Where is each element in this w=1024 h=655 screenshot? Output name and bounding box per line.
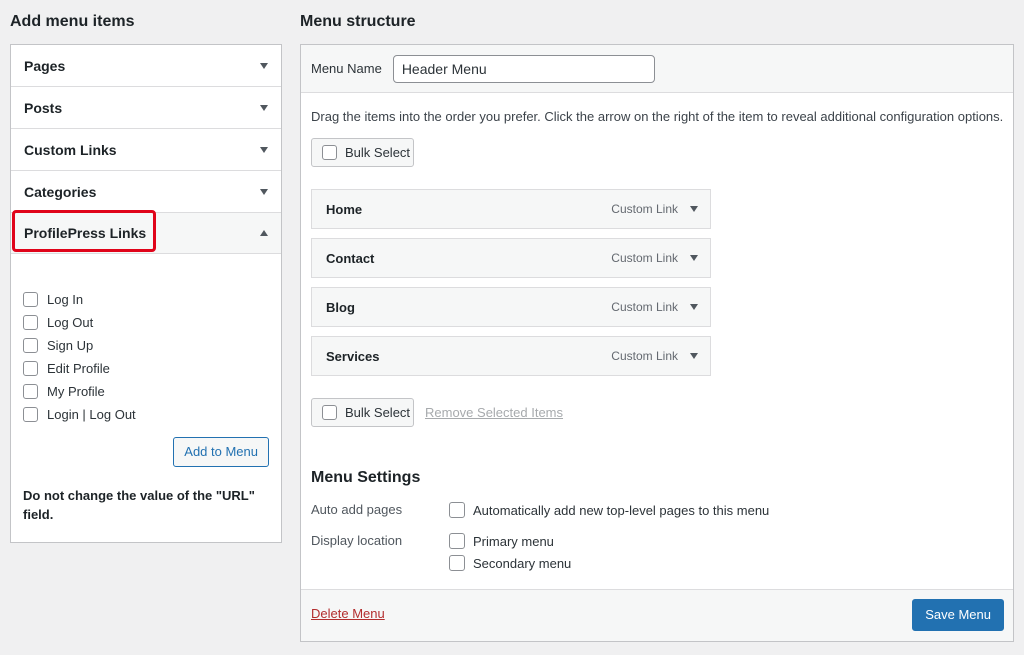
menu-item-title: Contact (326, 250, 375, 266)
remove-selected-items-link[interactable]: Remove Selected Items (425, 405, 563, 420)
accordion-label: Categories (24, 183, 97, 200)
menu-item-type: Custom Link (611, 202, 678, 216)
option-log-in[interactable]: Log In (23, 288, 269, 311)
checkbox[interactable] (23, 292, 38, 307)
location-primary-menu[interactable]: Primary menu (449, 533, 554, 549)
option-label: Primary menu (473, 533, 554, 549)
menu-item-services[interactable]: Services Custom Link (311, 336, 711, 376)
chevron-down-icon[interactable] (690, 206, 698, 212)
profilepress-links-panel: Log In Log Out Sign Up Edit Profile My P… (11, 254, 281, 542)
menu-item-meta: Custom Link (611, 349, 698, 363)
checkbox[interactable] (23, 361, 38, 376)
menu-items-list: Home Custom Link Contact Custom Link Blo… (311, 189, 711, 385)
menu-name-label: Menu Name (311, 61, 382, 76)
drag-instructions: Drag the items into the order you prefer… (311, 109, 1004, 124)
checkbox[interactable] (449, 502, 465, 518)
menu-item-meta: Custom Link (611, 300, 698, 314)
menu-item-type: Custom Link (611, 349, 678, 363)
accordion-section-pages: Pages (11, 45, 281, 87)
chevron-down-icon[interactable] (690, 255, 698, 261)
display-location-label: Display location (311, 533, 403, 548)
menu-item-meta: Custom Link (611, 251, 698, 265)
accordion-label: ProfilePress Links (24, 225, 147, 241)
menu-item-blog[interactable]: Blog Custom Link (311, 287, 711, 327)
accordion-header-posts[interactable]: Posts (11, 87, 281, 128)
menu-item-home[interactable]: Home Custom Link (311, 189, 711, 229)
accordion-header-custom-links[interactable]: Custom Links (11, 129, 281, 170)
url-field-note: Do not change the value of the "URL" fie… (23, 488, 255, 522)
bulk-select-label: Bulk Select (345, 145, 411, 160)
accordion-section-categories: Categories (11, 171, 281, 213)
option-label: Log In (47, 292, 84, 307)
menu-actions-footer: Delete Menu Save Menu (301, 589, 1013, 641)
option-label: Automatically add new top-level pages to… (473, 502, 770, 518)
bulk-select-button-bottom[interactable]: Bulk Select (311, 398, 414, 427)
chevron-down-icon (260, 188, 268, 195)
add-menu-items-title: Add menu items (10, 13, 135, 30)
checkbox[interactable] (23, 315, 38, 330)
menu-settings-title: Menu Settings (311, 469, 421, 486)
auto-add-pages-label: Auto add pages (311, 502, 403, 517)
checkbox[interactable] (322, 405, 337, 420)
chevron-up-icon (260, 230, 268, 236)
delete-menu-link[interactable]: Delete Menu (311, 606, 385, 621)
accordion-label: Posts (24, 99, 63, 116)
option-edit-profile[interactable]: Edit Profile (23, 357, 269, 380)
menu-items-accordion: Pages Posts Custom Links Categories Prof… (10, 44, 282, 543)
option-login-logout[interactable]: Login | Log Out (23, 403, 269, 426)
chevron-down-icon[interactable] (690, 353, 698, 359)
menu-item-title: Blog (326, 299, 355, 315)
menu-item-contact[interactable]: Contact Custom Link (311, 238, 711, 278)
checkbox[interactable] (23, 338, 38, 353)
menu-item-title: Services (326, 348, 380, 364)
chevron-down-icon (260, 146, 268, 153)
location-secondary-menu[interactable]: Secondary menu (449, 555, 571, 571)
checkbox[interactable] (449, 555, 465, 571)
chevron-down-icon (260, 104, 268, 111)
menu-structure-title: Menu structure (300, 13, 416, 30)
option-label: Login | Log Out (47, 407, 136, 422)
option-my-profile[interactable]: My Profile (23, 380, 269, 403)
menu-structure-column: Menu structure Menu Name Header Menu Dra… (300, 0, 1014, 642)
auto-add-pages-option[interactable]: Automatically add new top-level pages to… (449, 502, 769, 518)
option-sign-up[interactable]: Sign Up (23, 334, 269, 357)
menu-item-meta: Custom Link (611, 202, 698, 216)
add-menu-items-column: Add menu items Pages Posts Custom Links … (10, 0, 282, 543)
menu-item-type: Custom Link (611, 300, 678, 314)
menu-item-title: Home (326, 201, 363, 217)
option-label: Log Out (47, 315, 94, 330)
accordion-header-profilepress-links[interactable]: ProfilePress Links (11, 210, 281, 254)
bulk-select-label: Bulk Select (345, 405, 411, 420)
menu-name-bar: Menu Name Header Menu (301, 45, 1013, 93)
menu-edit-panel: Menu Name Header Menu Drag the items int… (300, 44, 1014, 642)
accordion-header-categories[interactable]: Categories (11, 171, 281, 212)
checkbox[interactable] (322, 145, 337, 160)
option-log-out[interactable]: Log Out (23, 311, 269, 334)
add-to-menu-button[interactable]: Add to Menu (173, 437, 269, 467)
accordion-section-posts: Posts (11, 87, 281, 129)
option-label: Secondary menu (473, 555, 572, 571)
menu-name-input[interactable]: Header Menu (392, 54, 655, 83)
save-menu-button[interactable]: Save Menu (912, 599, 1004, 631)
accordion-section-custom-links: Custom Links (11, 129, 281, 171)
option-label: Edit Profile (47, 361, 110, 376)
chevron-down-icon (260, 62, 268, 69)
option-label: My Profile (47, 384, 105, 399)
chevron-down-icon[interactable] (690, 304, 698, 310)
menu-item-type: Custom Link (611, 251, 678, 265)
accordion-header-pages[interactable]: Pages (11, 45, 281, 86)
checkbox[interactable] (449, 533, 465, 549)
checkbox[interactable] (23, 407, 38, 422)
accordion-label: Custom Links (24, 141, 117, 158)
accordion-label: Pages (24, 57, 66, 74)
bulk-select-button-top[interactable]: Bulk Select (311, 138, 414, 167)
accordion-section-profilepress-links: ProfilePress Links Log In Log Out Sign U… (11, 210, 281, 542)
option-label: Sign Up (47, 338, 94, 353)
checkbox[interactable] (23, 384, 38, 399)
